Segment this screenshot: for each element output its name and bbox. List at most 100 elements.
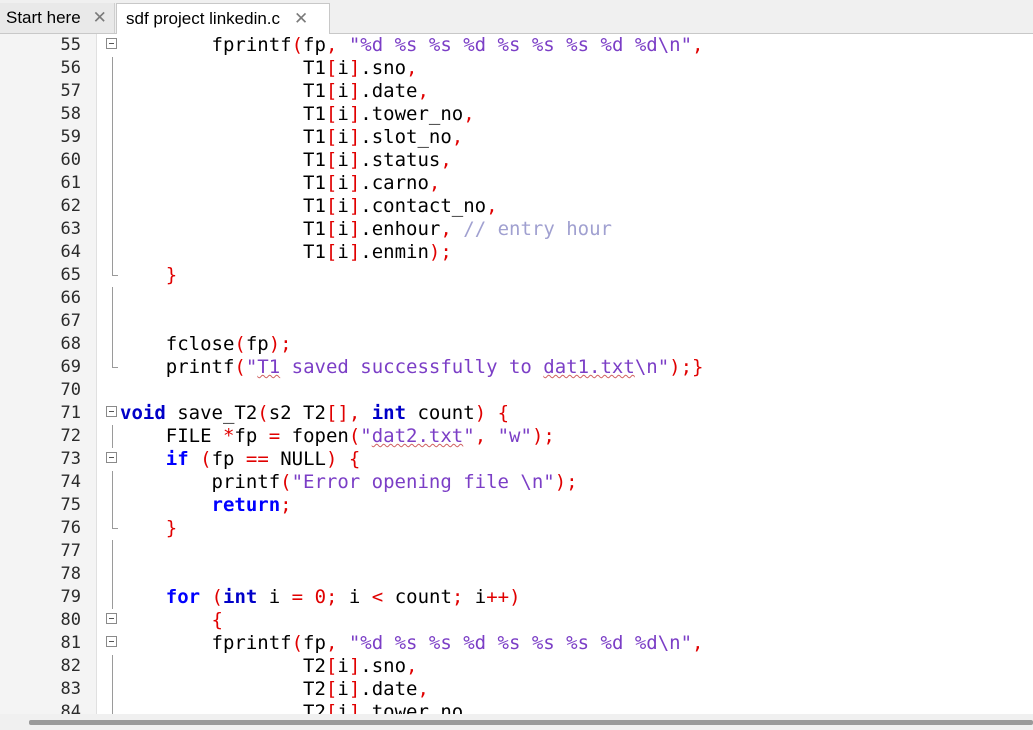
close-icon[interactable]: ✕ xyxy=(294,9,308,29)
fold-guide xyxy=(112,586,113,609)
code-line[interactable]: 70 xyxy=(0,379,1033,402)
code-text: printf("T1 saved successfully to dat1.tx… xyxy=(120,356,704,378)
line-number: 83 xyxy=(60,679,81,699)
code-line[interactable]: 84 T2[i].tower_no, xyxy=(0,701,1033,714)
code-line[interactable]: 80 { xyxy=(0,609,1033,632)
code-line[interactable]: 59 T1[i].slot_no, xyxy=(0,126,1033,149)
fold-guide xyxy=(112,678,113,701)
fold-guide xyxy=(112,218,113,241)
code-line[interactable]: 77 xyxy=(0,540,1033,563)
code-text: T1[i].carno, xyxy=(120,172,441,194)
fold-guide xyxy=(112,149,113,172)
line-number: 69 xyxy=(60,357,81,377)
code-text: T1[i].slot_no, xyxy=(120,126,464,148)
code-line[interactable]: 64 T1[i].enmin); xyxy=(0,241,1033,264)
scrollbar-thumb[interactable] xyxy=(29,720,1033,725)
code-line[interactable]: 81 fprintf(fp, "%d %s %s %d %s %s %s %d … xyxy=(0,632,1033,655)
line-number: 67 xyxy=(60,311,81,331)
fold-end-marker xyxy=(112,517,118,529)
line-number: 56 xyxy=(60,58,81,78)
code-text: T1[i].status, xyxy=(120,149,452,171)
code-line[interactable]: 73 if (fp == NULL) { xyxy=(0,448,1033,471)
fold-guide xyxy=(112,195,113,218)
line-number: 71 xyxy=(60,403,81,423)
code-line[interactable]: 71 void save_T2(s2 T2[], int count) { xyxy=(0,402,1033,425)
fold-guide xyxy=(112,126,113,149)
line-number: 60 xyxy=(60,150,81,170)
fold-guide xyxy=(112,540,113,563)
code-text: T1[i].tower_no, xyxy=(120,103,475,125)
code-line[interactable]: 75 return; xyxy=(0,494,1033,517)
code-line[interactable]: 58 T1[i].tower_no, xyxy=(0,103,1033,126)
code-line[interactable]: 66 xyxy=(0,287,1033,310)
code-text: { xyxy=(211,609,223,631)
fold-guide xyxy=(112,425,113,448)
code-text: fprintf(fp, "%d %s %s %d %s %s %s %d %d\… xyxy=(211,34,704,56)
line-number: 58 xyxy=(60,104,81,124)
tab-label: Start here xyxy=(6,8,81,27)
fold-guide xyxy=(112,241,113,264)
code-line[interactable]: 56 T1[i].sno, xyxy=(0,57,1033,80)
fold-guide xyxy=(112,333,113,356)
fold-guide xyxy=(112,310,113,333)
code-line[interactable]: 63 T1[i].enhour, // entry hour xyxy=(0,218,1033,241)
line-number: 55 xyxy=(60,35,81,55)
code-line[interactable]: 82 T2[i].sno, xyxy=(0,655,1033,678)
horizontal-scrollbar[interactable] xyxy=(0,714,1033,730)
tab-start-here[interactable]: Start here ✕ xyxy=(0,3,115,33)
line-number: 73 xyxy=(60,449,81,469)
code-line[interactable]: 76 } xyxy=(0,517,1033,540)
tab-bar: Start here ✕ sdf project linkedin.c ✕ xyxy=(0,0,1033,34)
code-line[interactable]: 57 T1[i].date, xyxy=(0,80,1033,103)
fold-guide xyxy=(112,494,113,517)
code-text: printf("Error opening file \n"); xyxy=(120,471,578,493)
fold-toggle-icon[interactable] xyxy=(106,613,117,624)
fold-toggle-icon[interactable] xyxy=(106,452,117,463)
fold-toggle-icon[interactable] xyxy=(106,636,117,647)
code-line[interactable]: 60 T1[i].status, xyxy=(0,149,1033,172)
fold-guide xyxy=(112,655,113,678)
code-line[interactable]: 79 for (int i = 0; i < count; i++) xyxy=(0,586,1033,609)
code-text: T2[i].date, xyxy=(120,678,429,700)
code-line[interactable]: 74 printf("Error opening file \n"); xyxy=(0,471,1033,494)
code-text: T2[i].tower_no, xyxy=(120,701,475,714)
code-line[interactable]: 78 xyxy=(0,563,1033,586)
code-line[interactable]: 69 printf("T1 saved successfully to dat1… xyxy=(0,356,1033,379)
line-number: 72 xyxy=(60,426,81,446)
fold-guide xyxy=(112,172,113,195)
code-text: } xyxy=(165,517,178,539)
close-icon[interactable]: ✕ xyxy=(93,8,107,28)
code-text: T2[i].sno, xyxy=(120,655,418,677)
line-number: 80 xyxy=(60,610,81,630)
fold-guide xyxy=(112,80,113,103)
code-line[interactable]: 68 fclose(fp); xyxy=(0,333,1033,356)
line-number: 63 xyxy=(60,219,81,239)
line-number: 68 xyxy=(60,334,81,354)
line-number: 61 xyxy=(60,173,81,193)
line-number: 81 xyxy=(60,633,81,653)
fold-guide xyxy=(112,563,113,586)
code-line[interactable]: 83 T2[i].date, xyxy=(0,678,1033,701)
code-line[interactable]: 72 FILE *fp = fopen("dat2.txt", "w"); xyxy=(0,425,1033,448)
code-text: T1[i].enhour, // entry hour xyxy=(120,218,612,240)
code-line[interactable]: 67 xyxy=(0,310,1033,333)
code-text: FILE *fp = fopen("dat2.txt", "w"); xyxy=(120,425,555,447)
line-number: 64 xyxy=(60,242,81,262)
code-text: T1[i].sno, xyxy=(120,57,418,79)
line-number: 79 xyxy=(60,587,81,607)
code-line[interactable]: 62 T1[i].contact_no, xyxy=(0,195,1033,218)
tab-label: sdf project linkedin.c xyxy=(126,9,281,28)
line-number: 76 xyxy=(60,518,81,538)
code-line[interactable]: 61 T1[i].carno, xyxy=(0,172,1033,195)
line-number: 66 xyxy=(60,288,81,308)
code-editor[interactable]: 55 fprintf(fp, "%d %s %s %d %s %s %s %d … xyxy=(0,34,1033,714)
fold-toggle-icon[interactable] xyxy=(106,38,117,49)
fold-guide xyxy=(112,57,113,80)
fold-guide xyxy=(112,103,113,126)
code-line[interactable]: 65 } xyxy=(0,264,1033,287)
line-number: 78 xyxy=(60,564,81,584)
code-text: void save_T2(s2 T2[], int count) { xyxy=(120,402,510,424)
code-line[interactable]: 55 fprintf(fp, "%d %s %s %d %s %s %s %d … xyxy=(0,34,1033,57)
fold-toggle-icon[interactable] xyxy=(106,406,117,417)
tab-sdf-project-linkedin-c[interactable]: sdf project linkedin.c ✕ xyxy=(116,3,330,34)
